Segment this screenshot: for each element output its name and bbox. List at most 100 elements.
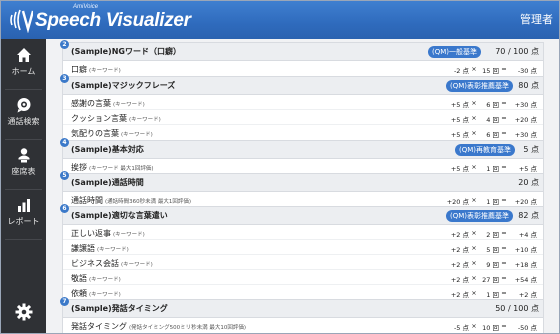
section-title: (Sample)基本対応 xyxy=(71,145,144,154)
criteria-row: ビジネス会話 (キーワード) +2 点 × 9 回 = +18 点 xyxy=(63,255,543,270)
criteria-label: 気配りの言葉 (キーワード) xyxy=(71,129,153,138)
section-header[interactable]: 4 (Sample)基本対応 (QM)再教育基準 5 点 xyxy=(60,138,543,159)
section-score: 20 点 xyxy=(518,178,539,187)
section-header[interactable]: 3 (Sample)マジックフレーズ (QM)表彰推薦基準 80 点 xyxy=(60,74,543,95)
sidebar-item-label: レポート xyxy=(7,217,40,226)
criteria-row: 感謝の言葉 (キーワード) +5 点 × 6 回 = +30 点 xyxy=(63,95,543,110)
times-sign: × xyxy=(471,289,477,297)
criteria-note: (キーワード) xyxy=(121,132,153,138)
equals-sign: = xyxy=(501,163,507,171)
evaluation-section-appropriate-wording: 6 (Sample)適切な言葉遣い (QM)表彰推薦基準 82 点 正しい返事(… xyxy=(60,204,544,301)
row-total: +2 点 xyxy=(518,291,537,299)
hit-count: 2 回 xyxy=(486,231,499,239)
points-per-hit: +5 点 xyxy=(450,101,469,109)
hit-count: 15 回 xyxy=(482,67,499,75)
evaluation-section-call-time: 5 (Sample)通話時間 20 点 通話時間 (通話時間360秒未満 最大1回… xyxy=(60,171,544,208)
sidebar-item-home[interactable]: ホーム xyxy=(1,41,46,87)
criteria-values: +2 点 × 2 回 = +4 点 xyxy=(439,229,537,239)
section-header[interactable]: 2 (Sample)NGワード（口癖） (QM)一般基準 70 / 100 点 xyxy=(60,40,543,61)
equals-sign: = xyxy=(501,289,507,297)
section-header[interactable]: 7 (Sample)発話タイミング 50 / 100 点 xyxy=(60,297,543,318)
points-per-hit: +5 点 xyxy=(450,165,469,173)
settings-button[interactable] xyxy=(1,297,46,327)
points-per-hit: +20 点 xyxy=(446,198,469,206)
sidebar-item-call-search[interactable]: 通話検索 xyxy=(1,91,46,137)
row-total: +10 点 xyxy=(514,246,537,254)
user-name[interactable]: 管理者 xyxy=(520,11,553,27)
criteria-row: 依頼 (キーワード) +2 点 × 1 回 = +2 点 xyxy=(63,285,543,300)
equals-sign: = xyxy=(501,114,507,122)
criteria-note: (キーワード) xyxy=(129,117,161,123)
row-total: -50 点 xyxy=(517,324,537,332)
criteria-row: 発話タイミング (発話タイミング500ミリ秒未満 最大10回評価) -5 点 × … xyxy=(63,318,543,333)
criteria-label: 正しい返事 (キーワード) xyxy=(71,229,145,238)
section-number-badge: 5 xyxy=(60,171,69,180)
hit-count: 27 回 xyxy=(482,276,499,284)
points-per-hit: +2 点 xyxy=(450,246,469,254)
criteria-note: (キーワード) xyxy=(89,68,121,74)
evaluation-content: 2 (Sample)NGワード（口癖） (QM)一般基準 70 / 100 点 … xyxy=(46,39,559,333)
criteria-values: +2 点 × 1 回 = +2 点 xyxy=(439,289,537,299)
gear-icon xyxy=(15,303,32,321)
app-title: Speech Visualizer xyxy=(35,10,191,31)
times-sign: × xyxy=(471,99,477,107)
bar-chart-icon xyxy=(17,199,30,212)
points-per-hit: -5 点 xyxy=(453,324,469,332)
hit-count: 1 回 xyxy=(486,291,499,299)
section-header[interactable]: 6 (Sample)適切な言葉遣い (QM)表彰推薦基準 82 点 xyxy=(60,204,543,225)
times-sign: × xyxy=(471,114,477,122)
criteria-values: +2 点 × 9 回 = +18 点 xyxy=(439,259,537,269)
equals-sign: = xyxy=(501,274,507,282)
criteria-row: 口癖 (キーワード) -2 点 × 15 回 = -30 点 xyxy=(63,61,543,76)
evaluation-section-speech-timing: 7 (Sample)発話タイミング 50 / 100 点 発話タイミング (発話タ… xyxy=(60,297,544,333)
section-score: 70 / 100 点 xyxy=(495,47,539,56)
times-sign: × xyxy=(471,163,477,171)
criteria-label: 発話タイミング (発話タイミング500ミリ秒未満 最大10回評価) xyxy=(71,322,247,331)
times-sign: × xyxy=(471,274,477,282)
criteria-values: +20 点 × 1 回 = +20 点 xyxy=(439,196,537,206)
section-number-badge: 6 xyxy=(60,204,69,213)
criteria-note: (キーワード) xyxy=(113,232,145,238)
points-per-hit: +2 点 xyxy=(450,276,469,284)
equals-sign: = xyxy=(501,259,507,267)
points-per-hit: +5 点 xyxy=(450,131,469,139)
equals-sign: = xyxy=(501,229,507,237)
criteria-label: クッション言葉 (キーワード) xyxy=(71,114,161,123)
sidebar-item-label: ホーム xyxy=(11,67,36,76)
sidebar-item-report[interactable]: レポート xyxy=(1,191,46,237)
criteria-badge: (QM)再教育基準 xyxy=(454,144,515,156)
section-header[interactable]: 5 (Sample)通話時間 20 点 xyxy=(60,171,543,192)
criteria-row: クッション言葉 (キーワード) +5 点 × 4 回 = +20 点 xyxy=(63,110,543,125)
row-total: +30 点 xyxy=(514,131,537,139)
home-icon xyxy=(16,48,31,62)
criteria-label: 謙譲語 (キーワード) xyxy=(71,244,129,253)
divider xyxy=(5,189,42,190)
criteria-values: +5 点 × 6 回 = +30 点 xyxy=(439,129,537,139)
criteria-note: (キーワード) xyxy=(113,102,145,108)
sidebar-item-label: 通話検索 xyxy=(7,117,40,126)
criteria-label: 口癖 (キーワード) xyxy=(71,65,121,74)
times-sign: × xyxy=(471,229,477,237)
criteria-badge: (QM)表彰推薦基準 xyxy=(445,210,513,222)
points-per-hit: +5 点 xyxy=(450,116,469,124)
criteria-badge: (QM)一般基準 xyxy=(427,46,481,58)
operator-seat-icon xyxy=(18,148,29,163)
criteria-values: +5 点 × 1 回 = +5 点 xyxy=(439,163,537,173)
criteria-note: (通話時間360秒未満 最大1回評価) xyxy=(105,199,192,205)
times-sign: × xyxy=(471,196,477,204)
hit-count: 5 回 xyxy=(486,246,499,254)
criteria-row: 正しい返事 (キーワード) +2 点 × 2 回 = +4 点 xyxy=(63,225,543,240)
row-total: +20 点 xyxy=(514,198,537,206)
criteria-badge: (QM)表彰推薦基準 xyxy=(445,80,513,92)
divider xyxy=(5,239,42,240)
section-score: 82 点 xyxy=(518,211,539,220)
sidebar-item-seating-chart[interactable]: 座席表 xyxy=(1,141,46,187)
sidebar-item-label: 座席表 xyxy=(11,167,36,176)
points-per-hit: +2 点 xyxy=(450,291,469,299)
criteria-note: (キーワード) xyxy=(97,247,129,253)
equals-sign: = xyxy=(501,196,507,204)
times-sign: × xyxy=(471,259,477,267)
criteria-values: -5 点 × 10 回 = -50 点 xyxy=(439,322,537,332)
equals-sign: = xyxy=(501,322,507,330)
criteria-label: 感謝の言葉 (キーワード) xyxy=(71,99,145,108)
